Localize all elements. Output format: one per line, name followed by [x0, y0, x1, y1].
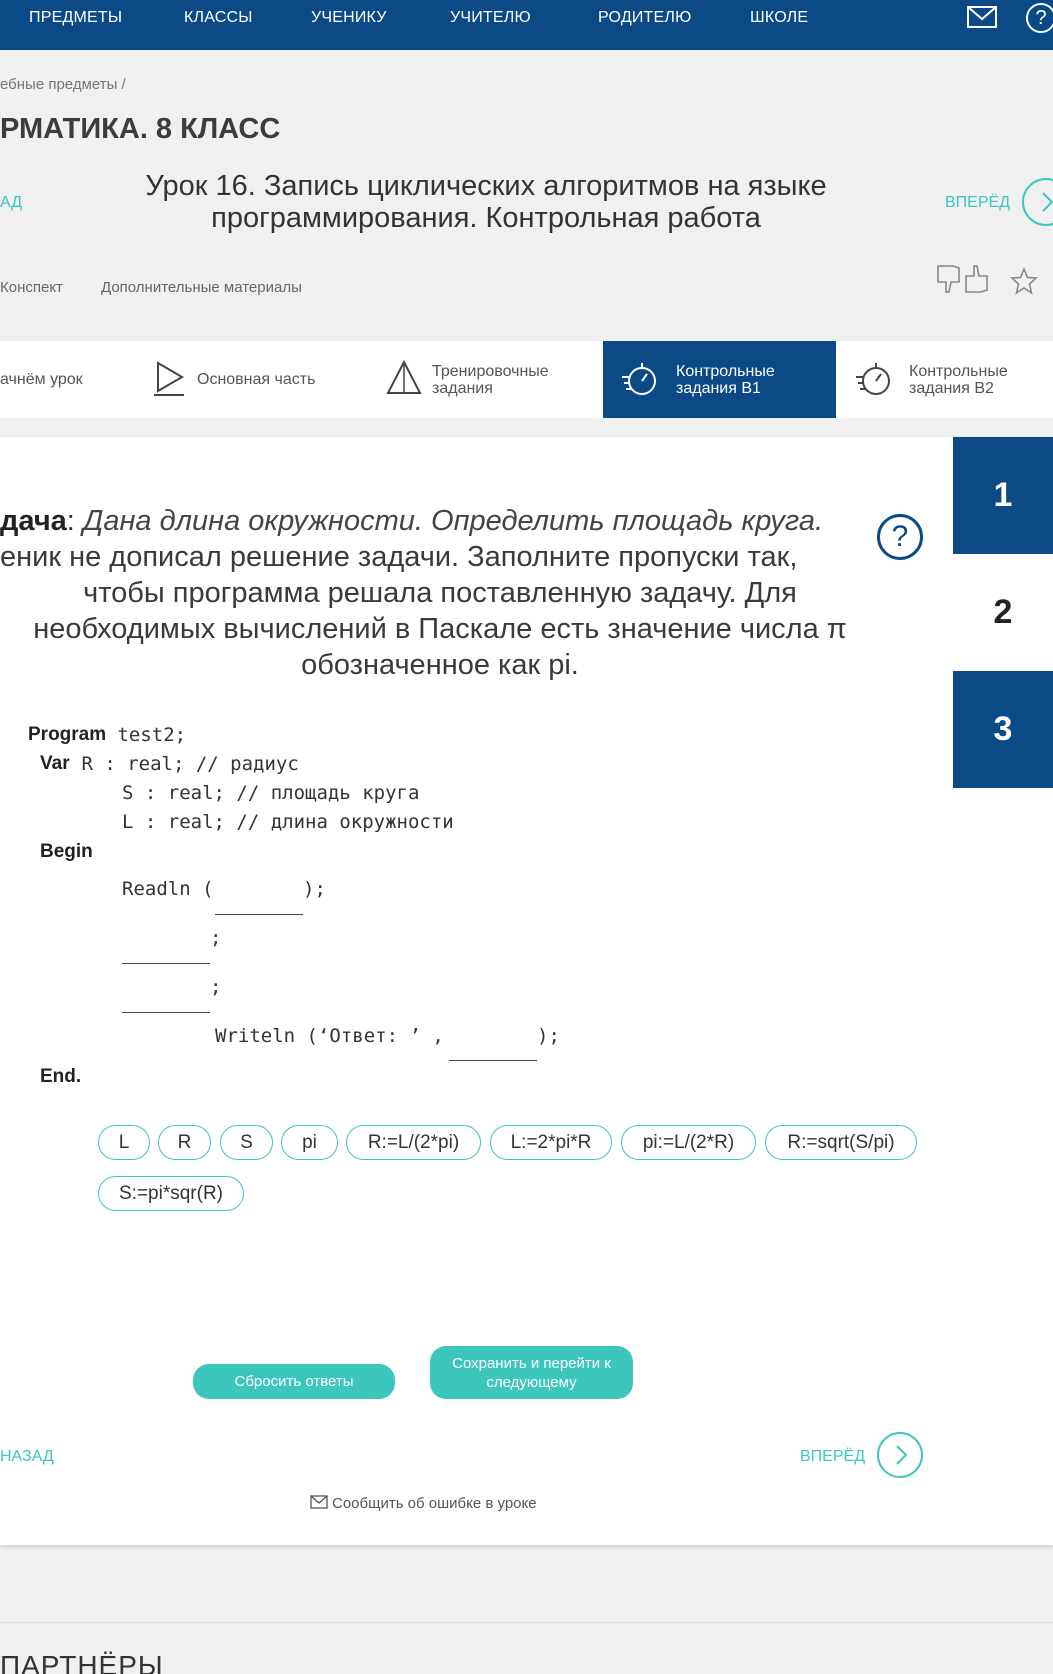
task-colon: : — [66, 505, 83, 537]
mail-icon — [310, 1495, 328, 1509]
back-link-top[interactable]: АД — [0, 194, 22, 212]
answer-blank-1[interactable] — [215, 914, 303, 915]
reset-answers-button[interactable]: Сбросить ответы — [193, 1364, 395, 1399]
answer-blank-2[interactable] — [122, 963, 210, 964]
code-keyword-end: End. — [40, 1066, 82, 1087]
code-keyword-program: Program — [28, 724, 107, 745]
code-line: R : real; // радиус — [70, 753, 299, 775]
forward-link-bottom[interactable]: ВПЕРЁД — [800, 1448, 865, 1466]
answer-blank-3[interactable] — [122, 1012, 210, 1013]
tab-label: ачнём урок — [0, 371, 83, 388]
stopwatch-icon — [856, 363, 890, 395]
question-nav-2[interactable]: 2 — [953, 554, 1053, 671]
answer-chip[interactable]: S:=pi*sqr(R) — [98, 1176, 244, 1211]
nav-teacher[interactable]: УЧИТЕЛЮ — [450, 9, 531, 27]
lesson-tabs: ачнём урок Основная часть Тренировочные … — [0, 341, 1053, 418]
task-label: дача — [0, 505, 67, 537]
tab-label: Контрольные задания В1 — [676, 363, 775, 397]
nav-classes[interactable]: КЛАССЫ — [184, 9, 253, 27]
chevron-right-icon — [1042, 192, 1053, 212]
chevron-right-icon — [896, 1445, 908, 1465]
nav-student[interactable]: УЧЕНИКУ — [311, 9, 387, 27]
answer-chip[interactable]: R:=sqrt(S/pi) — [765, 1125, 917, 1160]
tab-label: Основная часть — [197, 371, 316, 388]
answer-options: L R S pi R:=L/(2*pi) L:=2*pi*R pi:=L/(2*… — [0, 1125, 1053, 1215]
tab-label: Тренировочные задания — [432, 363, 549, 397]
question-nav-1[interactable]: 1 — [953, 437, 1053, 554]
task-first-line: дача: Дана длина окружности. Определить … — [0, 503, 823, 539]
stopwatch-icon — [622, 363, 656, 395]
tab-training-tasks[interactable]: Тренировочные задания — [380, 341, 600, 418]
code-keyword-var: Var — [40, 753, 70, 774]
subject-title: РМАТИКА. 8 КЛАСС — [0, 113, 281, 145]
tab-main-part[interactable]: Основная часть — [140, 341, 360, 418]
lesson-title: Урок 16. Запись циклических алгоритмов н… — [145, 170, 827, 234]
code-line: S : real; // площадь круга — [122, 782, 420, 804]
tab-label: Контрольные задания В2 — [909, 363, 1008, 397]
top-navigation: ПРЕДМЕТЫ КЛАССЫ УЧЕНИКУ УЧИТЕЛЮ РОДИТЕЛЮ… — [0, 0, 1053, 50]
nav-subjects[interactable]: ПРЕДМЕТЫ — [29, 9, 122, 27]
task-text-line: обозначенное как pi. — [301, 649, 579, 681]
summary-link[interactable]: Конспект — [0, 279, 63, 296]
answer-blank-4[interactable] — [449, 1060, 537, 1061]
footer-divider — [0, 1622, 1053, 1623]
thumbs-up-icon[interactable] — [963, 262, 991, 296]
tab-control-b2[interactable]: Контрольные задания В2 — [848, 341, 1053, 418]
answer-chip[interactable]: pi — [281, 1125, 338, 1160]
question-nav-3[interactable]: 3 — [953, 671, 1053, 788]
save-and-next-button[interactable]: Сохранить и перейти к следующему — [430, 1346, 633, 1399]
answer-chip[interactable]: R — [158, 1125, 211, 1160]
thumbs-down-icon[interactable] — [935, 262, 963, 296]
additional-materials-link[interactable]: Дополнительные материалы — [101, 279, 302, 296]
mail-icon[interactable] — [967, 6, 997, 28]
task-text-line: чтобы программа решала поставленную зада… — [83, 577, 797, 609]
code-line: test2; — [106, 724, 187, 746]
task-statement: Дана длина окружности. Определить площад… — [82, 505, 824, 537]
back-link-bottom[interactable]: НАЗАД — [0, 1448, 54, 1466]
star-icon[interactable] — [1010, 267, 1038, 295]
forward-button-bottom[interactable] — [877, 1432, 923, 1478]
answer-chip[interactable]: S — [220, 1125, 273, 1160]
code-line: ; — [210, 927, 222, 949]
nav-parent[interactable]: РОДИТЕЛЮ — [598, 9, 691, 27]
pyramid-icon — [386, 359, 422, 394]
task-text-line: еник не дописал решение задачи. Заполнит… — [0, 541, 798, 573]
help-icon[interactable]: ? — [1026, 3, 1053, 33]
code-line: ; — [210, 976, 222, 998]
report-error-label: Сообщить об ошибке в уроке — [332, 1495, 537, 1512]
answer-chip[interactable]: pi:=L/(2*R) — [621, 1125, 756, 1160]
answer-chip[interactable]: R:=L/(2*pi) — [346, 1125, 481, 1160]
partners-heading: ПАРТНЁРЫ — [0, 1650, 164, 1674]
code-keyword-begin: Begin — [40, 841, 93, 862]
forward-button-top[interactable] — [1022, 178, 1053, 226]
code-line: Writeln (‘Ответ: ’ , — [215, 1025, 444, 1047]
code-line: ); — [303, 878, 326, 900]
tab-start-lesson[interactable]: ачнём урок — [0, 341, 140, 418]
forward-link-top[interactable]: ВПЕРЁД — [945, 194, 1010, 212]
task-text-line: необходимых вычислений в Паскале есть зн… — [33, 613, 847, 645]
answer-chip[interactable]: L:=2*pi*R — [490, 1125, 612, 1160]
tab-control-b1[interactable]: Контрольные задания В1 — [603, 341, 836, 418]
code-line: Readln ( — [122, 878, 214, 900]
code-line: L : real; // длина окружности — [122, 811, 454, 833]
code-line: ); — [537, 1025, 560, 1047]
task-help-icon[interactable]: ? — [877, 514, 923, 560]
breadcrumb[interactable]: ебные предметы / — [0, 76, 126, 93]
play-icon — [154, 361, 184, 396]
answer-chip[interactable]: L — [98, 1125, 150, 1160]
report-error-link[interactable]: Сообщить об ошибке в уроке — [310, 1495, 537, 1512]
nav-school[interactable]: ШКОЛЕ — [750, 9, 808, 27]
